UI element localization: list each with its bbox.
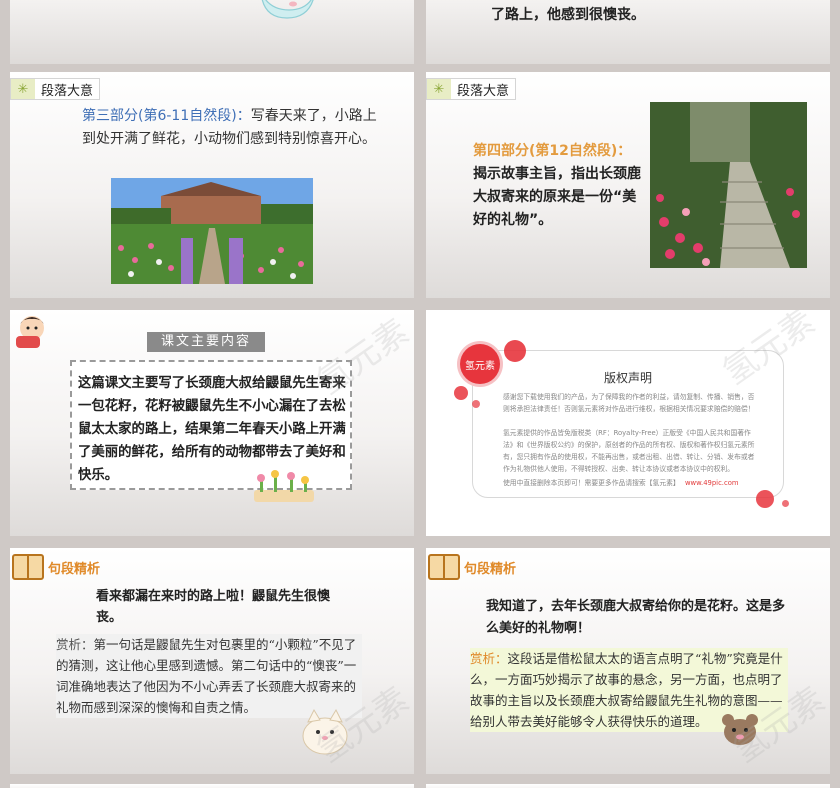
copyright-footer-left: 使用中直接删除本页即可！需要更多作品请搜索【氢元素】 — [503, 479, 680, 487]
slide-paragraph-3: ✳ 段落大意 第三部分(第6-11自然段)：写春天来了，小路上到处开满了鲜花，小… — [10, 72, 414, 298]
copyright-title: 版权声明 — [603, 371, 652, 385]
paragraph-4-text: 第四部分(第12自然段)： 揭示故事主旨，指出长颈鹿大叔寄来的原来是一份“美好的礼… — [473, 140, 641, 232]
cartoon-child-icon — [16, 316, 44, 348]
paragraph-3-lead: 第三部分(第6-11自然段)： — [82, 108, 251, 124]
quote-text: 我知道了，去年长颈鹿大叔寄给你的是花籽。这是多么美好的礼物啊！ — [486, 599, 786, 636]
cartoon-cat-icon — [302, 708, 348, 755]
flower-pot-icon — [254, 470, 314, 502]
copyright-paragraph-1: 感谢您下载使用我们的产品，为了保障我的作者的利益，请勿复制、传播、销售，否则将承… — [503, 393, 755, 413]
stone-path-photo — [650, 102, 807, 268]
copyright-paragraph-2: 氢元素提供的作品皆免版税类（RF：Royalty-Free）正版受《中国人民共和… — [503, 429, 755, 473]
brand-badge: 氢元素 — [460, 344, 500, 384]
top-right-tail-text: 了路上，他感到很懊丧。 — [491, 7, 645, 23]
sparkle-icon: ✳ — [427, 79, 451, 99]
paragraph-4-lead: 第四部分(第12自然段)： — [473, 143, 632, 159]
sentence-analysis-header: 句段精析 — [428, 554, 516, 580]
section-tag: ✳ 段落大意 — [426, 78, 517, 100]
copyright-card: 版权声明 感谢您下载使用我们的产品，为了保障我的作者的利益，请勿复制、传播、销售… — [472, 350, 784, 498]
open-book-icon — [12, 554, 44, 580]
cartoon-ghost-icon — [261, 0, 314, 19]
slide-top-left — [10, 0, 414, 64]
main-content-banner: 课文主要内容 — [147, 332, 266, 352]
red-dot-decoration — [454, 386, 468, 400]
red-dot-decoration — [756, 490, 774, 508]
sentence-analysis-header: 句段精析 — [12, 554, 100, 580]
slide-sentence-analysis-1: 句段精析 看来都漏在来时的路上啦！鼹鼠先生很懊丧。 赏析：第一句话是鼹鼠先生对包… — [10, 548, 414, 774]
quote-text: 看来都漏在来时的路上啦！鼹鼠先生很懊丧。 — [96, 589, 331, 625]
slide-top-right: 了路上，他感到很懊丧。 — [426, 0, 830, 64]
garden-photo — [111, 178, 313, 284]
slide-paragraph-4: ✳ 段落大意 第四部分(第12自然段)： 揭示故事主旨，指出长颈鹿大叔寄来的原来是… — [426, 72, 830, 298]
slide-sentence-analysis-2: 句段精析 我知道了，去年长颈鹿大叔寄给你的是花籽。这是多么美好的礼物啊！ 赏析：… — [426, 548, 830, 774]
red-dot-decoration — [504, 340, 526, 362]
slide-bottom-right — [426, 784, 830, 788]
red-dot-decoration — [782, 500, 789, 507]
slide-main-content: 课文主要内容 这篇课文主要写了长颈鹿大叔给鼹鼠先生寄来一包花籽，花籽被鼹鼠先生不… — [10, 310, 414, 536]
section-tag: ✳ 段落大意 — [10, 78, 101, 100]
analysis-body: 第一句话是鼹鼠先生对包裹里的“小颗粒”不见了的猜测，这让他心里感到遗憾。第二句话… — [56, 637, 357, 715]
analysis-lead: 赏析： — [56, 637, 94, 652]
analysis-lead: 赏析： — [470, 651, 508, 666]
slide-copyright: 版权声明 感谢您下载使用我们的产品，为了保障我的作者的利益，请勿复制、传播、销售… — [426, 310, 830, 536]
sparkle-icon: ✳ — [11, 79, 35, 99]
open-book-icon — [428, 554, 460, 580]
red-dot-decoration — [472, 400, 480, 408]
cartoon-mouse-icon — [722, 714, 758, 745]
paragraph-3-text: 第三部分(第6-11自然段)：写春天来了，小路上到处开满了鲜花，小动物们感到特别… — [82, 105, 382, 151]
copyright-footer-url: www.49pic.com — [685, 479, 739, 487]
paragraph-4-body: 揭示故事主旨，指出长颈鹿大叔寄来的原来是一份“美好的礼物”。 — [473, 166, 641, 228]
slide-bottom-left — [10, 784, 414, 788]
